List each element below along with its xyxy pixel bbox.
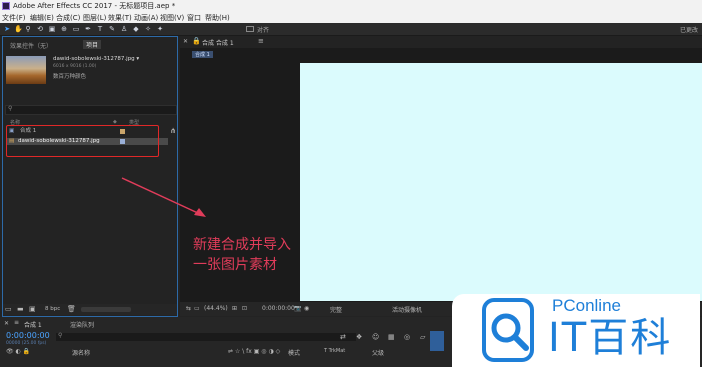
tab-render-queue[interactable]: 渲染队列	[70, 320, 94, 329]
flowchart-icon[interactable]: ⋔	[170, 127, 176, 135]
highlight-box	[6, 125, 159, 157]
new-folder-icon[interactable]: ▬	[17, 305, 24, 313]
col-mode[interactable]: 模式	[288, 348, 300, 357]
menu-effect[interactable]: 效果(T)	[108, 13, 132, 23]
frame-blending-icon[interactable]: ▦	[388, 333, 395, 341]
comp-mini-flowchart-icon[interactable]: ⇄	[340, 333, 346, 341]
col-source-name[interactable]: 源名称	[72, 348, 90, 357]
brand-tagline: IT百科	[548, 315, 673, 361]
clone-stamp-tool-icon[interactable]: ♙	[120, 25, 128, 33]
lock-icon[interactable]: 🔒	[192, 37, 201, 45]
preview-toggle-icon[interactable]: ⇆	[186, 305, 191, 312]
composition-tab-bar: ✕ 🔒 合成 合成 1 ≡	[180, 36, 702, 48]
menu-edit[interactable]: 编辑(E)	[30, 13, 54, 23]
comp-sub-tab[interactable]: 合成 1	[192, 51, 213, 58]
eraser-tool-icon[interactable]: ◆	[132, 25, 140, 33]
search-icon: ⚲	[8, 105, 13, 112]
graph-editor-icon[interactable]: ▱	[420, 333, 425, 341]
asset-color-note: 数百万种颜色	[53, 74, 87, 80]
magnifier-logo-icon	[482, 298, 534, 362]
time-ruler-start[interactable]	[430, 331, 444, 351]
annotation-text: 新建合成并导入 一张图片素材	[193, 235, 291, 275]
mask-visibility-icon[interactable]: ⊡	[242, 305, 247, 312]
selection-tool-icon[interactable]: ➤	[3, 25, 11, 33]
hide-shy-layers-icon[interactable]: ☺	[372, 333, 379, 341]
new-composition-icon[interactable]: ▣	[29, 305, 36, 313]
timeline-fps: 00000 (25.00 fps)	[6, 341, 47, 346]
interpret-footage-icon[interactable]: ▭	[5, 305, 12, 313]
window-title: Adobe After Effects CC 2017 - 无标题项目.aep …	[13, 2, 176, 10]
menu-composition[interactable]: 合成(C)	[56, 13, 80, 23]
workspace-label[interactable]: 已更改	[680, 25, 698, 34]
camera-select[interactable]: 活动摄像机	[392, 305, 422, 314]
pconline-watermark: PConline IT百科	[452, 294, 700, 367]
menu-file[interactable]: 文件(F)	[2, 13, 26, 23]
timeline-timecode[interactable]: 0:00:00:00	[6, 331, 50, 340]
col-trkmat[interactable]: T TrkMat	[324, 348, 345, 354]
layer-switch-icons: 👁 ◐ 🔒	[6, 348, 31, 355]
camera-tool-icon[interactable]: ▣	[48, 25, 56, 33]
close-icon[interactable]: ✕	[4, 320, 9, 327]
annotation-line-1: 新建合成并导入	[193, 237, 291, 253]
brand-name: PConline	[552, 296, 621, 315]
menu-view[interactable]: 视图(V)	[160, 13, 184, 23]
close-icon[interactable]: ✕	[183, 38, 188, 45]
snap-checkbox[interactable]	[246, 26, 254, 32]
timeline-menu-icon[interactable]: ≡	[14, 319, 19, 326]
col-parent[interactable]: 父级	[372, 348, 384, 357]
rotate-tool-icon[interactable]: ⟲	[36, 25, 44, 33]
project-search-input[interactable]: ⚲	[5, 105, 177, 115]
resolution-select[interactable]: 完整	[330, 305, 342, 314]
pen-tool-icon[interactable]: ✒	[84, 25, 92, 33]
monitor-icon[interactable]: ▭	[194, 305, 200, 312]
tools-toolbar: ➤ ✋ ⚲ ⟲ ▣ ⊕ ▭ ✒ T ✎ ♙ ◆ ✧ ✦ 对齐 已更改	[0, 23, 702, 36]
pan-behind-tool-icon[interactable]: ⊕	[60, 25, 68, 33]
asset-info: 6016 x 9016 (1.00)	[53, 64, 97, 69]
composition-canvas[interactable]	[300, 63, 702, 301]
zoom-tool-icon[interactable]: ⚲	[24, 25, 32, 33]
timeline-search-input[interactable]: ⚲	[56, 332, 356, 341]
title-bar: Adobe After Effects CC 2017 - 无标题项目.aep …	[0, 0, 702, 12]
annotation-line-2: 一张图片素材	[193, 257, 277, 273]
menu-help[interactable]: 帮助(H)	[205, 13, 230, 23]
menu-window[interactable]: 窗口	[187, 13, 201, 23]
viewer-timecode[interactable]: 0:00:00:00	[262, 305, 295, 312]
snapshot-icon[interactable]: 📷	[294, 305, 301, 312]
tab-project[interactable]: 项目	[83, 40, 102, 49]
menu-animation[interactable]: 动画(A)	[134, 13, 158, 23]
tab-effect-controls[interactable]: 效果控件（无）	[10, 41, 52, 50]
project-scrollbar[interactable]	[81, 307, 131, 312]
asset-thumbnail	[6, 56, 46, 84]
asset-name: dawid-sobolewski-312787.jpg ▾	[53, 56, 140, 62]
draft-3d-icon[interactable]: ❖	[356, 333, 362, 341]
motion-blur-icon[interactable]: ◎	[404, 333, 410, 341]
roto-brush-tool-icon[interactable]: ✧	[144, 25, 152, 33]
grid-icon[interactable]: ⊞	[232, 305, 237, 312]
zoom-level[interactable]: (44.4%)	[204, 305, 228, 312]
project-footer: ▭ ▬ ▣ 8 bpc 🗑	[3, 304, 177, 315]
hand-tool-icon[interactable]: ✋	[14, 25, 23, 33]
mask-tool-icon[interactable]: ▭	[72, 25, 80, 33]
layer-switches-header: ⇌ ☆ \ fx ▣ ◎ ◑ ◇	[228, 348, 281, 355]
channel-icon[interactable]: ◉	[304, 305, 309, 312]
snap-label: 对齐	[257, 27, 270, 34]
search-icon: ⚲	[58, 332, 63, 339]
tab-composition[interactable]: 合成 合成 1	[202, 38, 234, 47]
bit-depth-label[interactable]: 8 bpc	[45, 306, 60, 312]
delete-icon[interactable]: 🗑	[67, 305, 76, 313]
after-effects-logo-icon	[2, 2, 10, 10]
annotation-arrow	[121, 177, 206, 217]
menu-layer[interactable]: 图层(L)	[83, 13, 106, 23]
brush-tool-icon[interactable]: ✎	[108, 25, 116, 33]
puppet-tool-icon[interactable]: ✦	[156, 25, 164, 33]
panel-menu-icon[interactable]: ≡	[258, 37, 264, 45]
text-tool-icon[interactable]: T	[96, 25, 104, 33]
tab-timeline-comp[interactable]: 合成 1	[24, 320, 42, 329]
